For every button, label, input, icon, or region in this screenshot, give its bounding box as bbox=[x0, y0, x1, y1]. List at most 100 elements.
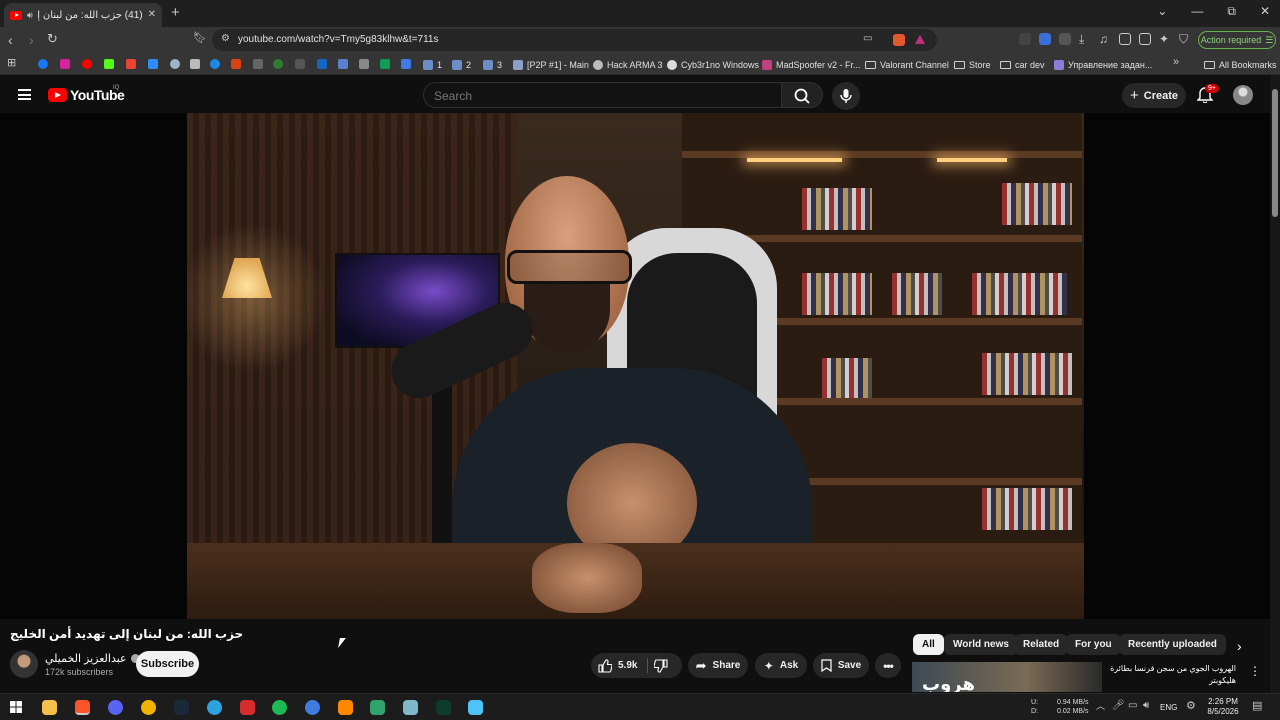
system-clock[interactable]: 2:26 PM 8/5/2026 bbox=[1204, 697, 1242, 717]
site-info-icon[interactable]: ⚙︎ bbox=[221, 34, 230, 44]
search-box[interactable] bbox=[423, 82, 782, 108]
like-icon[interactable] bbox=[598, 658, 612, 673]
app-icon-8[interactable] bbox=[240, 700, 255, 715]
forward-icon[interactable]: › bbox=[29, 33, 34, 47]
file-explorer-icon[interactable] bbox=[42, 700, 57, 715]
media-icon[interactable]: ♫ bbox=[1099, 33, 1108, 45]
brave-rewards-icon[interactable] bbox=[915, 35, 925, 44]
folder-store[interactable]: Store bbox=[954, 58, 991, 71]
bookmark-task-manager[interactable]: Управление задан... bbox=[1054, 58, 1152, 71]
spotify-icon[interactable] bbox=[272, 700, 287, 715]
channel-name[interactable]: عبدالعزيز الخميلي bbox=[45, 652, 127, 665]
chevron-right-icon[interactable]: › bbox=[1237, 638, 1242, 654]
apps-grid-icon[interactable]: ⊞ bbox=[7, 58, 16, 69]
bookmark-icon-13[interactable] bbox=[295, 59, 305, 69]
back-icon[interactable]: ‹ bbox=[8, 33, 13, 47]
subscribe-button[interactable]: Subscribe bbox=[136, 651, 199, 677]
recommendation-thumbnail[interactable]: هروب bbox=[912, 662, 1102, 692]
notification-center-icon[interactable]: ▤ bbox=[1252, 701, 1262, 712]
steam-icon[interactable] bbox=[174, 700, 189, 715]
cast-icon[interactable]: ▭ bbox=[863, 34, 872, 44]
url-text[interactable]: youtube.com/watch?v=Tmy5g83klhw&t=711s bbox=[238, 34, 438, 45]
youtube-bookmark-icon[interactable] bbox=[82, 59, 92, 69]
chip-recently-uploaded[interactable]: Recently uploaded bbox=[1119, 634, 1226, 655]
restore-button[interactable]: ⧉ bbox=[1227, 4, 1236, 19]
browser-tab-active[interactable]: 🔊︎ (41) حزب الله: من لبنان إلى تهد ✕ bbox=[4, 3, 162, 27]
bookmark-1[interactable]: 1 bbox=[423, 58, 442, 71]
audio-playing-icon[interactable]: 🔊︎ bbox=[27, 10, 33, 20]
page-scrollbar[interactable] bbox=[1270, 75, 1280, 693]
address-bar[interactable]: ⚙︎ youtube.com/watch?v=Tmy5g83klhw&t=711… bbox=[212, 29, 937, 51]
tray-chevron-up-icon[interactable]: ︿ bbox=[1096, 702, 1105, 711]
bookmark-icon-16[interactable] bbox=[359, 59, 369, 69]
channel-name-row[interactable]: عبدالعزيز الخميلي bbox=[45, 652, 140, 665]
video-frame[interactable] bbox=[187, 113, 1084, 619]
app-icon-11[interactable] bbox=[338, 700, 353, 715]
ask-button[interactable]: ✦ Ask bbox=[755, 653, 807, 678]
chip-world-news[interactable]: World news bbox=[944, 634, 1018, 655]
account-avatar[interactable] bbox=[1233, 85, 1253, 105]
search-button[interactable] bbox=[781, 82, 823, 108]
brave-shields-icon[interactable] bbox=[893, 34, 905, 46]
kick-icon[interactable] bbox=[104, 59, 114, 69]
bookmark-icon-6[interactable] bbox=[148, 59, 158, 69]
bookmark-icon-8[interactable] bbox=[190, 59, 200, 69]
telegram-icon[interactable] bbox=[207, 700, 222, 715]
tab-close-icon[interactable]: ✕ bbox=[148, 10, 156, 20]
vpn-shield-icon[interactable]: ⛉ bbox=[1179, 33, 1188, 45]
new-tab-button[interactable]: + bbox=[171, 5, 180, 20]
more-actions-button[interactable]: ••• bbox=[875, 653, 901, 678]
input-language[interactable]: ENG bbox=[1160, 703, 1177, 712]
bookmark-madspoofer[interactable]: MadSpoofer v2 - Fr... bbox=[762, 58, 861, 71]
volume-tray-icon[interactable]: 🔊︎ bbox=[1143, 701, 1149, 711]
voice-search-button[interactable] bbox=[832, 82, 860, 110]
bookmark-p2p-main[interactable]: [P2P #1] - Main bbox=[513, 58, 589, 71]
bookmark-icon-9[interactable] bbox=[210, 59, 220, 69]
folder-car-dev[interactable]: car dev bbox=[1000, 58, 1045, 71]
bookmark-icon-7[interactable] bbox=[170, 59, 180, 69]
chip-for-you[interactable]: For you bbox=[1066, 634, 1121, 655]
extension-icon-1[interactable] bbox=[1019, 33, 1031, 45]
more-bookmarks-icon[interactable]: » bbox=[1173, 57, 1179, 68]
search-input[interactable] bbox=[434, 89, 764, 103]
microphone-tray-icon[interactable]: 🎤︎ bbox=[1112, 701, 1125, 711]
reload-icon[interactable]: ↻ bbox=[47, 32, 58, 45]
leo-ai-icon[interactable]: ✦ bbox=[1159, 33, 1169, 45]
discord-icon[interactable] bbox=[108, 700, 123, 715]
action-required-button[interactable]: Action required ☰ bbox=[1198, 31, 1276, 49]
app-icon-14[interactable] bbox=[436, 700, 451, 715]
scrollbar-thumb[interactable] bbox=[1272, 89, 1278, 217]
bookmark-icon-12[interactable] bbox=[273, 59, 283, 69]
bookmark-3[interactable]: 3 bbox=[483, 58, 502, 71]
share-button[interactable]: ➦ Share bbox=[688, 653, 748, 678]
downloads-icon[interactable]: ⤓ bbox=[1079, 33, 1084, 45]
create-button[interactable]: + Create bbox=[1122, 83, 1186, 108]
google-drive-icon[interactable] bbox=[317, 59, 327, 69]
recommendation-title[interactable]: الهروب الجوي من سجن فرنسا بطائرة هليكوبت… bbox=[1108, 663, 1236, 689]
folder-valorant-channel[interactable]: Valorant Channel bbox=[865, 58, 949, 71]
guide-menu-icon[interactable] bbox=[18, 89, 31, 100]
network-tray-icon[interactable]: ▭ bbox=[1128, 701, 1137, 711]
windows-start-icon[interactable] bbox=[10, 701, 22, 713]
google-sheets-icon[interactable] bbox=[380, 59, 390, 69]
bookmark-hack-arma[interactable]: Hack ARMA 3 bbox=[593, 58, 663, 71]
wallet-icon[interactable] bbox=[1139, 33, 1151, 45]
bookmark-icon-11[interactable] bbox=[253, 59, 263, 69]
all-bookmarks[interactable]: All Bookmarks bbox=[1204, 58, 1277, 71]
extension-icon-2[interactable] bbox=[1039, 33, 1051, 45]
bookmark-2[interactable]: 2 bbox=[452, 58, 471, 71]
video-player[interactable] bbox=[0, 113, 1270, 619]
bookmark-icon-10[interactable] bbox=[231, 59, 241, 69]
more-vertical-icon[interactable]: ⋮ bbox=[1249, 664, 1261, 678]
dislike-icon[interactable] bbox=[654, 659, 668, 673]
close-window-button[interactable]: ✕ bbox=[1260, 4, 1270, 19]
google-docs-icon[interactable] bbox=[338, 59, 348, 69]
facebook-icon[interactable] bbox=[38, 59, 48, 69]
bookmark-icon-18[interactable] bbox=[401, 59, 411, 69]
app-icon-13[interactable] bbox=[403, 700, 418, 715]
chip-all[interactable]: All bbox=[913, 634, 944, 655]
settings-tray-icon[interactable]: ⚙︎ bbox=[1186, 701, 1196, 712]
like-count[interactable]: 5.9k bbox=[618, 660, 637, 671]
gmail-icon[interactable] bbox=[126, 59, 136, 69]
extensions-puzzle-icon[interactable] bbox=[1059, 33, 1071, 45]
